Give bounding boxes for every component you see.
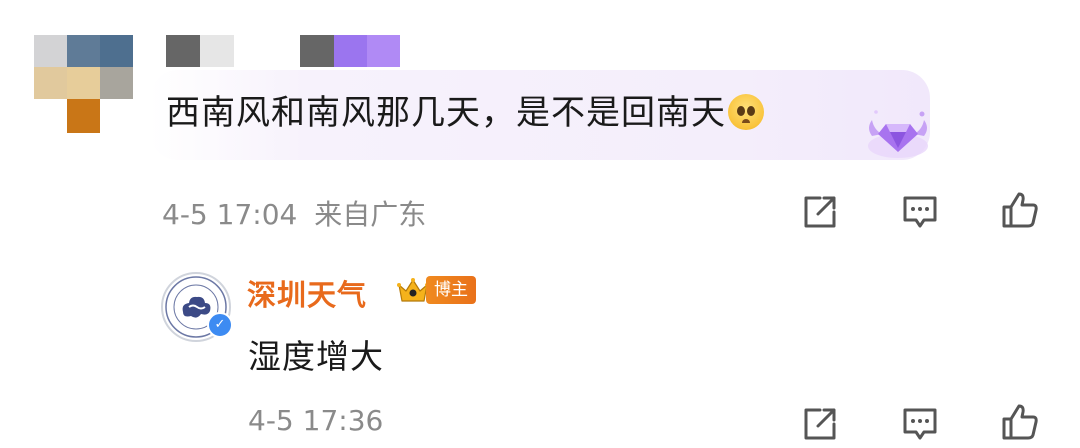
badge-label: 博主 bbox=[426, 276, 476, 304]
comment-icon[interactable] bbox=[900, 404, 940, 444]
username-pixel bbox=[166, 35, 200, 67]
avatar-pixel bbox=[67, 67, 100, 99]
username-pixel bbox=[200, 35, 234, 67]
share-icon[interactable] bbox=[800, 192, 840, 232]
comment-timestamp: 4-5 17:04 bbox=[162, 198, 298, 231]
comment-text: 西南风和南风那几天，是不是回南天 bbox=[166, 88, 764, 138]
thumbs-up-icon[interactable] bbox=[1000, 402, 1040, 442]
comment-body: 西南风和南风那几天，是不是回南天 bbox=[166, 93, 726, 133]
username-pixel bbox=[300, 35, 334, 67]
avatar-pixel bbox=[67, 99, 100, 133]
thumbs-up-icon[interactable] bbox=[1000, 190, 1040, 230]
comment-meta: 4-5 17:04 来自广东 bbox=[162, 193, 426, 233]
comment-location: 来自广东 bbox=[314, 198, 427, 231]
avatar-pixel bbox=[34, 67, 67, 99]
pleading-face-emoji bbox=[728, 94, 764, 130]
username-pixel bbox=[334, 35, 367, 67]
reply-text: 湿度增大 bbox=[248, 337, 384, 376]
avatar-pixel bbox=[34, 35, 67, 67]
reply-username[interactable]: 深圳天气 bbox=[247, 272, 367, 314]
purple-gem-badge-icon bbox=[868, 110, 928, 158]
comment-icon[interactable] bbox=[900, 192, 940, 232]
crown-icon bbox=[397, 278, 429, 302]
reply-timestamp: 4-5 17:36 bbox=[248, 404, 384, 437]
avatar-pixel bbox=[100, 35, 133, 67]
verified-icon: ✓ bbox=[207, 312, 233, 338]
share-icon[interactable] bbox=[800, 404, 840, 444]
username-pixel bbox=[367, 35, 400, 67]
avatar-pixel bbox=[100, 67, 133, 99]
avatar-pixel bbox=[67, 35, 100, 67]
blogger-badge: 博主 bbox=[396, 276, 476, 304]
